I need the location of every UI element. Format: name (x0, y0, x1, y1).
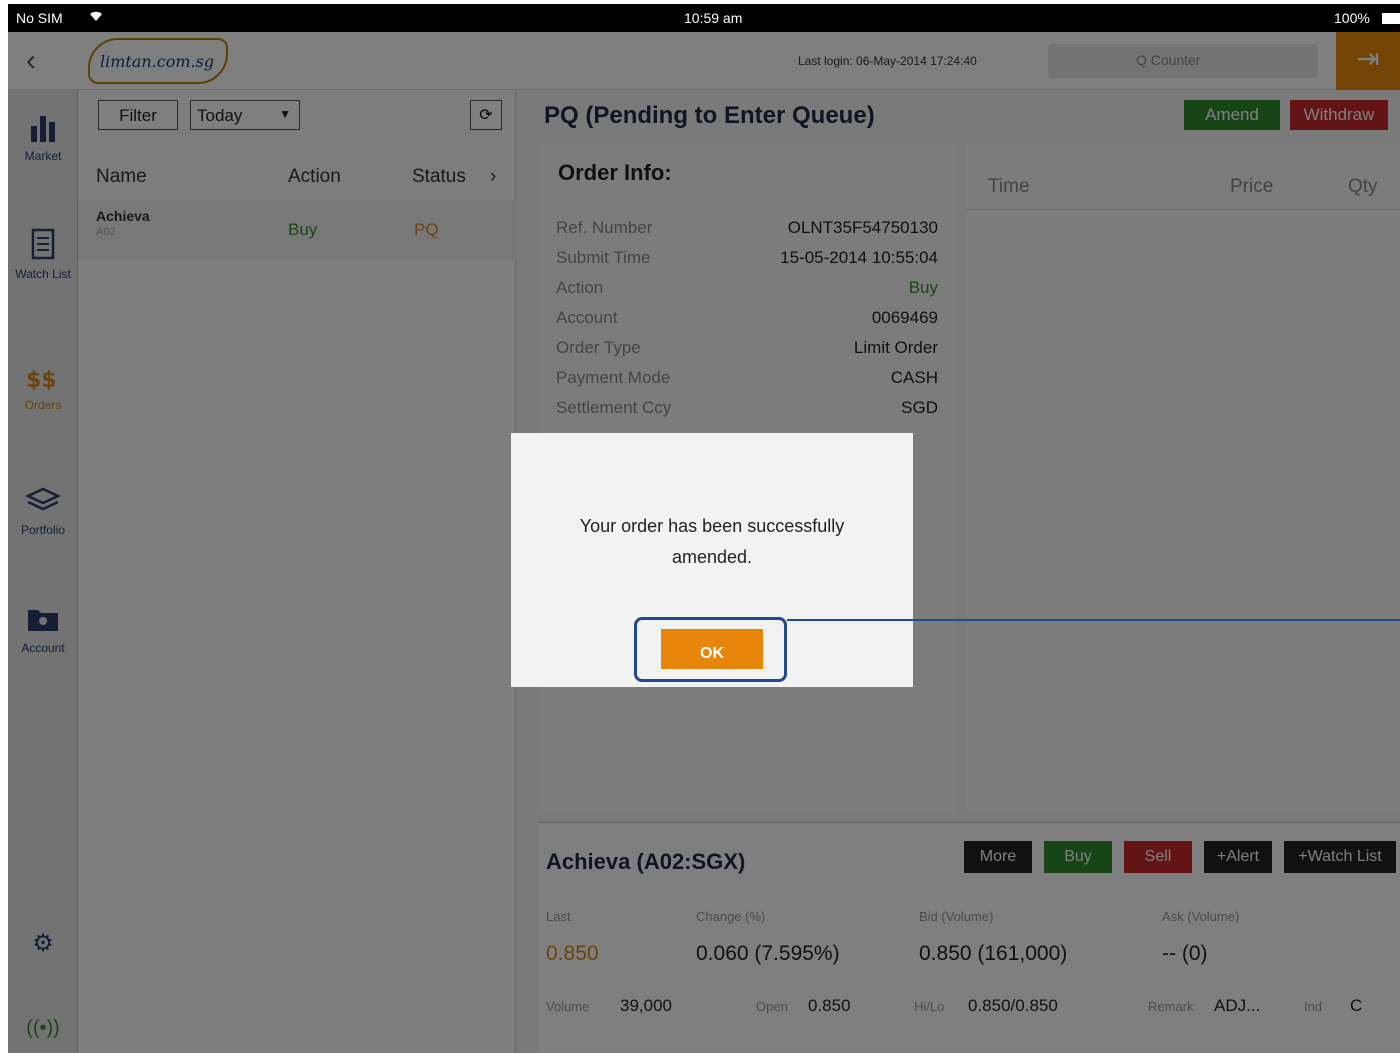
annotation-highlight-box (634, 617, 787, 682)
dialog-message-line2: amended. (671, 547, 753, 567)
dialog-message: Your order has been successfully amended… (511, 511, 913, 573)
battery-icon (1382, 13, 1400, 24)
clock: 10:59 am (684, 10, 743, 26)
status-bar: No SIM 10:59 am 100% (8, 4, 1400, 32)
carrier-label: No SIM (16, 10, 63, 26)
wifi-icon (88, 8, 104, 25)
battery-percent: 100% (1334, 10, 1370, 26)
dialog-message-line1: Your order has been successfully (579, 516, 845, 536)
annotation-pointer-line (787, 619, 1400, 621)
